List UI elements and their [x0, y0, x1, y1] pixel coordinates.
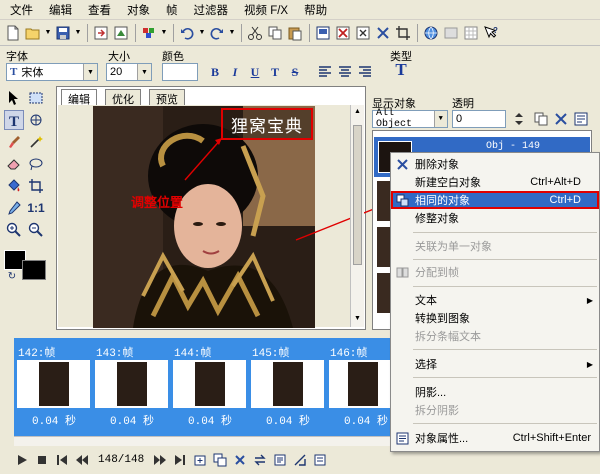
first-frame-icon[interactable]: [54, 452, 70, 468]
frame-label: 142:帧: [18, 348, 56, 360]
menu-item-shortcut: Ctrl+Alt+D: [530, 176, 581, 188]
frame-delay[interactable]: 0.04 秒: [110, 412, 154, 428]
delete-x-icon: [395, 157, 409, 171]
swap-frame-icon[interactable]: [252, 452, 268, 468]
submenu-arrow-icon: ▶: [586, 295, 593, 305]
menu-separator: [413, 349, 597, 350]
frame-image: [116, 362, 147, 406]
next-frame-icon[interactable]: [152, 452, 168, 468]
display-objects-value: All Object: [376, 108, 413, 130]
scroll-thumb[interactable]: [353, 125, 362, 265]
menu-item-duplicate-object[interactable]: 相同的对象 Ctrl+D: [391, 191, 599, 209]
menu-item-object-properties[interactable]: 对象属性... Ctrl+Shift+Enter: [391, 429, 599, 447]
menu-item-label: 拆分阴影: [415, 405, 459, 417]
object-delete-icon[interactable]: [552, 110, 570, 128]
menu-item-convert-to-image[interactable]: 转换到图象: [391, 309, 599, 327]
menu-item-select[interactable]: 选择 ▶: [391, 355, 599, 373]
menu-item-text[interactable]: 文本 ▶: [391, 291, 599, 309]
menu-separator: [413, 423, 597, 424]
frame-thumbnail[interactable]: [95, 360, 168, 408]
menu-item-new-blank-object[interactable]: 新建空白对象 Ctrl+Alt+D: [391, 173, 599, 191]
scroll-down-icon[interactable]: ▼: [352, 313, 363, 324]
frame-thumbnail[interactable]: [173, 360, 246, 408]
menu-separator: [413, 377, 597, 378]
menu-item-shortcut: Ctrl+D: [549, 194, 581, 206]
menu-item-label: 新建空白对象: [415, 177, 481, 189]
opacity-spinner-icon[interactable]: [510, 110, 528, 128]
submenu-arrow-icon: ▶: [586, 359, 593, 369]
frame-image: [38, 362, 69, 406]
menu-item-trim-object[interactable]: 修整对象: [391, 209, 599, 227]
frame-image: [272, 362, 303, 406]
frame-image: [194, 362, 225, 406]
menu-separator: [413, 259, 597, 260]
properties-icon: [395, 431, 409, 445]
previous-frame-icon[interactable]: [74, 452, 90, 468]
selected-object-name: Obj - 149: [486, 141, 541, 152]
menu-separator: [413, 286, 597, 287]
frame-label: 143:帧: [96, 348, 134, 360]
menu-item-split-banner-text: 拆分条幅文本: [391, 327, 599, 345]
menu-item-split-shadow: 拆分阴影: [391, 401, 599, 419]
menu-item-label: 对象属性...: [415, 433, 469, 445]
frame-thumbnail[interactable]: [329, 360, 397, 408]
object-properties-icon[interactable]: [572, 110, 590, 128]
scroll-up-icon[interactable]: ▲: [352, 106, 363, 117]
frame-thumbnail[interactable]: [251, 360, 324, 408]
menu-item-label: 分配到帧: [415, 267, 459, 279]
menu-item-label: 选择: [415, 359, 437, 371]
object-copy-icon[interactable]: [532, 110, 550, 128]
duplicate-icon: [395, 193, 409, 207]
stop-icon[interactable]: [34, 452, 50, 468]
canvas-vertical-scrollbar[interactable]: ▲ ▼: [350, 105, 364, 327]
frame-delay[interactable]: 0.04 秒: [32, 412, 76, 428]
menu-item-label: 拆分条幅文本: [415, 331, 481, 343]
frame-label: 145:帧: [252, 348, 290, 360]
tween-icon[interactable]: [292, 452, 308, 468]
menu-item-label: 转换到图象: [415, 313, 470, 325]
menu-item-shortcut: Ctrl+Shift+Enter: [512, 432, 591, 444]
menu-item-label: 阴影...: [415, 387, 447, 399]
delete-frame-icon[interactable]: [232, 452, 248, 468]
frame-counter: 148/148: [98, 454, 145, 466]
display-objects-select[interactable]: All Object ▼: [372, 108, 448, 130]
menu-separator: [413, 232, 597, 233]
frame-delay[interactable]: 0.04 秒: [266, 412, 310, 428]
filmstrip-scrollbar[interactable]: [14, 436, 390, 446]
menu-item-label: 修整对象: [415, 213, 459, 225]
menu-item-delete-object[interactable]: 删除对象: [391, 155, 599, 173]
play-icon[interactable]: [14, 452, 30, 468]
menu-item-label: 相同的对象: [415, 195, 470, 207]
frame-filmstrip: 142:帧 0.04 秒 143:帧 0.04 秒 144:帧 0.04 秒 1…: [14, 338, 400, 436]
chevron-down-icon[interactable]: ▼: [433, 111, 447, 127]
frame-thumbnail[interactable]: [17, 360, 90, 408]
frame-delay[interactable]: 0.04 秒: [188, 412, 232, 428]
frame-label: 144:帧: [174, 348, 212, 360]
opacity-label: 透明: [452, 98, 474, 110]
duplicate-frame-icon[interactable]: [212, 452, 228, 468]
menu-item-label: 关联为单一对象: [415, 241, 492, 253]
frame-delay[interactable]: 0.04 秒: [344, 412, 388, 428]
menu-item-merge-objects: 关联为单一对象: [391, 237, 599, 255]
last-frame-icon[interactable]: [172, 452, 188, 468]
opacity-value: 0: [456, 113, 463, 125]
menu-item-label: 文本: [415, 295, 437, 307]
frame-list-icon[interactable]: [312, 452, 328, 468]
object-context-menu: 删除对象 新建空白对象 Ctrl+Alt+D 相同的对象 Ctrl+D 修整对象…: [390, 152, 600, 452]
insert-frame-icon[interactable]: [192, 452, 208, 468]
menu-item-shadow[interactable]: 阴影...: [391, 383, 599, 401]
opacity-input[interactable]: 0: [452, 110, 506, 128]
menu-item-label: 删除对象: [415, 159, 459, 171]
menu-item-distribute-frames: 分配到帧: [391, 263, 599, 281]
frame-label: 146:帧: [330, 348, 368, 360]
frame-image: [348, 362, 378, 406]
frame-properties-icon[interactable]: [272, 452, 288, 468]
playback-bar: 148/148: [0, 448, 390, 472]
distribute-icon: [395, 265, 409, 279]
